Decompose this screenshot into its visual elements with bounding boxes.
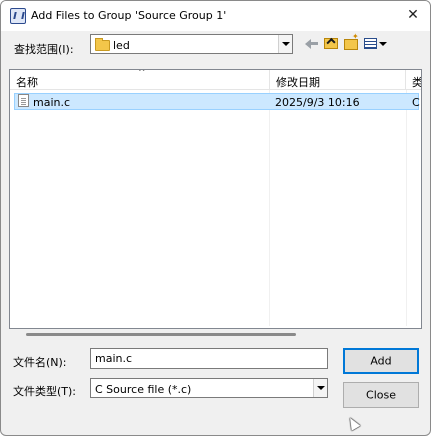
column-divider	[269, 90, 270, 326]
app-icon	[10, 8, 26, 24]
file-type: C :	[412, 96, 421, 109]
chevron-down-icon[interactable]	[278, 35, 292, 53]
column-header-name[interactable]: 名称 ^	[10, 70, 270, 90]
chevron-down-icon[interactable]	[313, 379, 327, 397]
dialog-title: Add Files to Group 'Source Group 1'	[31, 9, 227, 22]
column-header-type[interactable]: 类型	[406, 70, 421, 90]
filetype-label: 文件类型(T):	[13, 385, 77, 398]
add-files-dialog: Add Files to Group 'Source Group 1' ✕ 查找…	[0, 0, 431, 436]
mouse-pointer-icon	[345, 415, 361, 431]
file-name: main.c	[33, 96, 71, 109]
look-in-dropdown[interactable]: led	[90, 34, 293, 54]
add-button[interactable]: Add	[343, 348, 419, 374]
look-in-label: 查找范围(I):	[14, 43, 74, 56]
file-list[interactable]: 名称 ^ 修改日期 类型 main.c 2025/9/3 10:16 C :	[9, 69, 422, 329]
title-bar: Add Files to Group 'Source Group 1' ✕	[1, 1, 430, 31]
filename-input[interactable]: main.c	[90, 348, 328, 369]
up-folder-icon[interactable]	[323, 34, 339, 52]
scrollbar-thumb[interactable]	[26, 333, 296, 336]
look-in-value: led	[113, 39, 130, 52]
folder-icon	[95, 38, 110, 51]
new-folder-icon[interactable]	[343, 32, 359, 52]
back-arrow-icon[interactable]	[305, 34, 319, 52]
filename-label: 文件名(N):	[13, 356, 67, 369]
file-modified: 2025/9/3 10:16	[275, 96, 360, 109]
file-row[interactable]: main.c 2025/9/3 10:16 C :	[14, 93, 421, 110]
horizontal-scrollbar[interactable]	[11, 331, 421, 339]
close-icon[interactable]: ✕	[404, 6, 422, 24]
column-divider	[406, 90, 407, 326]
sort-ascending-icon: ^	[138, 69, 146, 78]
column-header-modified[interactable]: 修改日期	[270, 70, 406, 90]
view-menu-icon[interactable]	[363, 34, 389, 52]
close-button[interactable]: Close	[343, 382, 419, 408]
c-file-icon	[18, 94, 29, 107]
filetype-value: C Source file (*.c)	[95, 383, 192, 396]
filetype-dropdown[interactable]: C Source file (*.c)	[90, 378, 328, 398]
